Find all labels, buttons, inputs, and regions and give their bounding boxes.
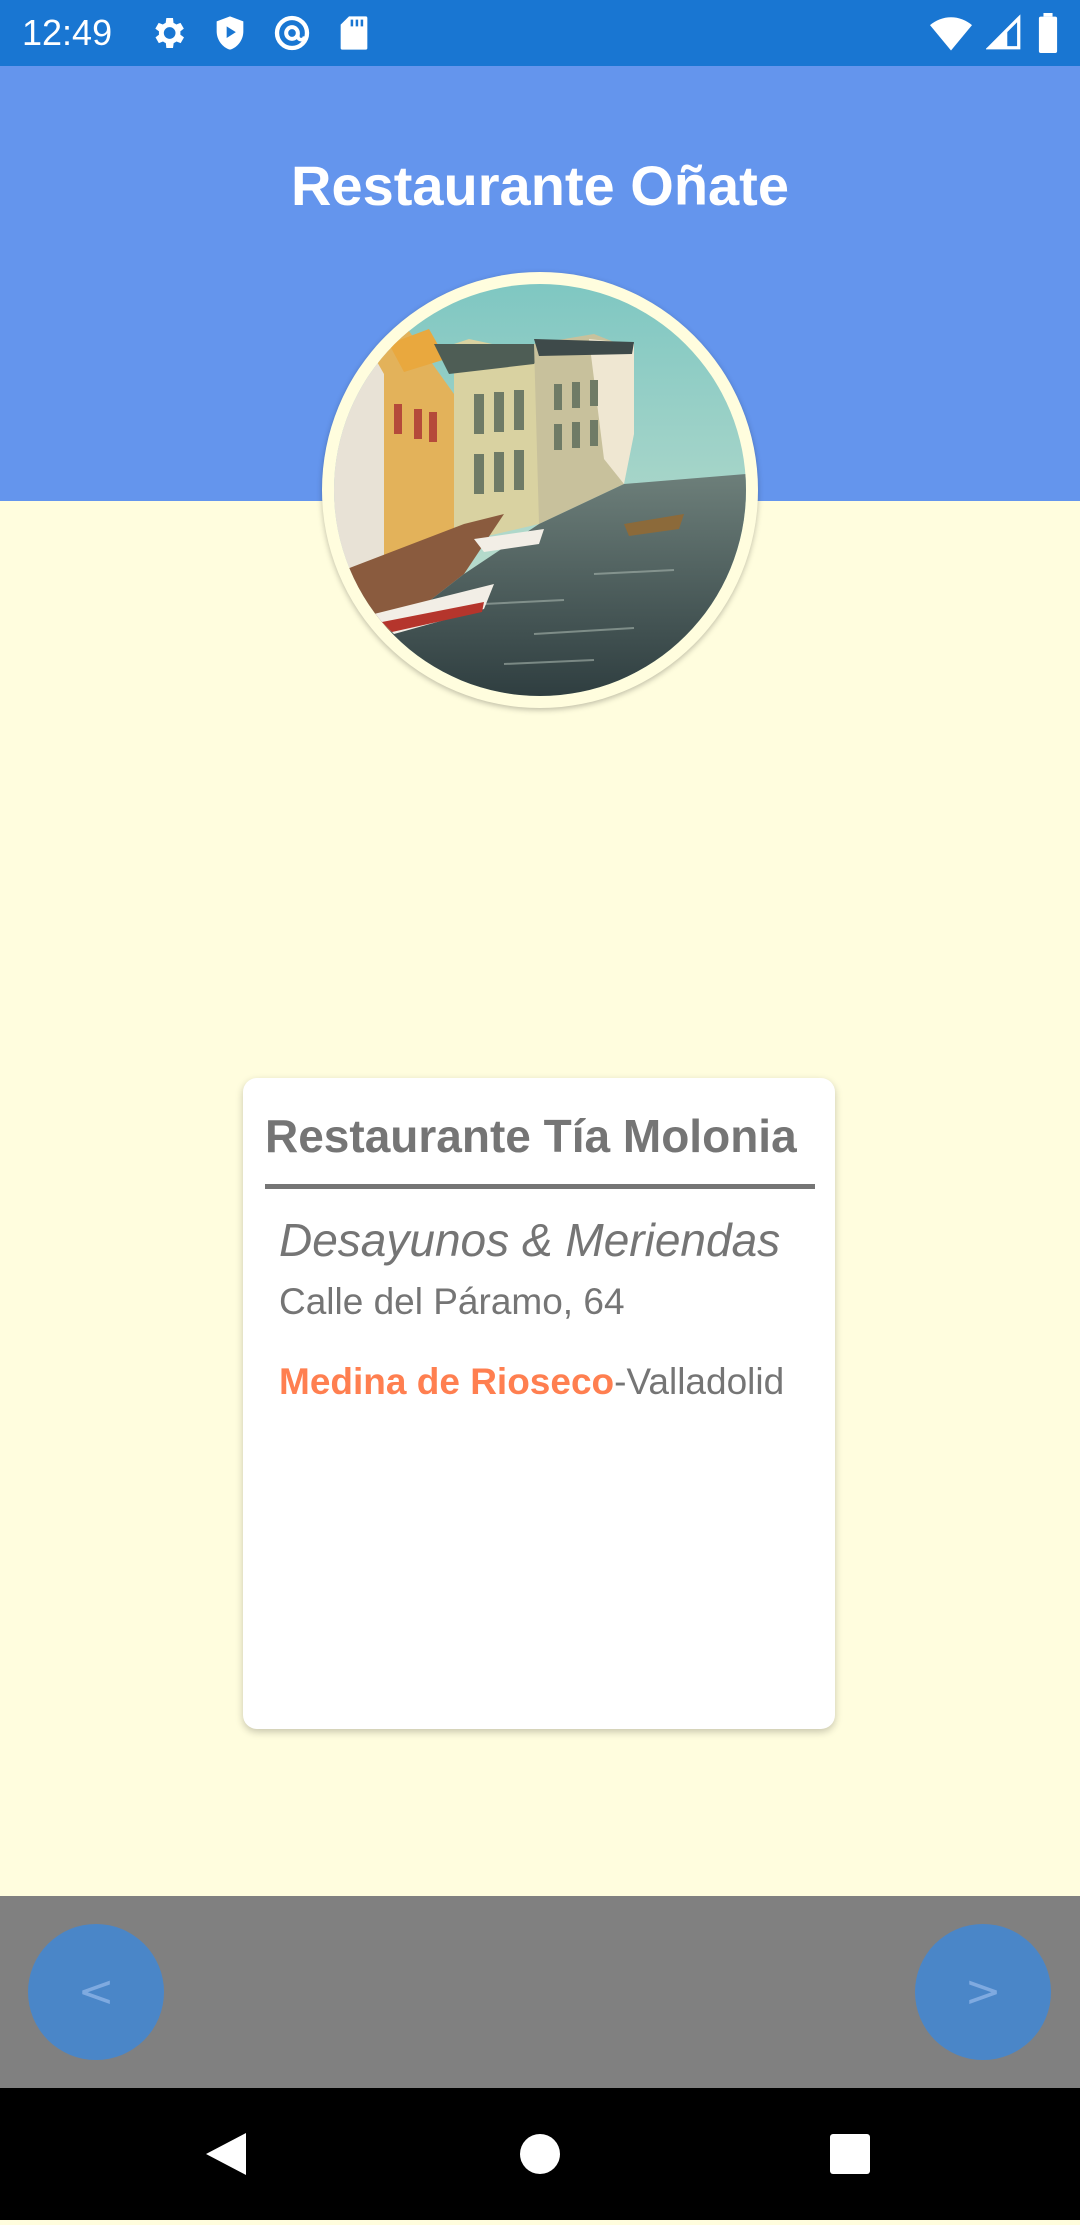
recents-icon[interactable] [830,2134,870,2174]
card-province: Valladolid [626,1361,785,1402]
restaurant-photo-frame [322,272,758,708]
canal-town-image [334,284,746,696]
back-icon[interactable] [206,2133,246,2175]
cellular-signal-icon [986,14,1021,50]
card-city: Medina de Rioseco [279,1361,615,1402]
battery-icon [1038,13,1058,53]
card-title: Restaurante Tía Molonia [265,1110,797,1162]
card-address: Calle del Páramo, 64 [279,1281,625,1322]
system-nav-icons [206,2133,870,2175]
gear-icon [155,18,184,48]
at-sign-icon [274,15,310,51]
status-time: 12:49 [22,12,113,53]
status-icons-left [148,13,374,53]
sd-card-icon [340,16,368,50]
card-subtitle: Desayunos & Meriendas [279,1214,781,1266]
restaurant-card[interactable]: Restaurante Tía Molonia Desayunos & Meri… [243,1078,835,1729]
card-divider [265,1184,815,1189]
next-button[interactable]: > [915,1924,1051,2060]
status-icons-right [930,13,1060,53]
home-icon[interactable] [520,2134,560,2174]
card-location: Medina de Rioseco-Valladolid [279,1358,784,1406]
shield-play-icon [216,16,244,50]
previous-button[interactable]: < [28,1924,164,2060]
status-bar: 12:49 [0,0,1080,66]
page-title: Restaurante Oñate [291,154,789,217]
restaurant-photo [334,284,746,696]
system-navigation-bar [0,2088,1080,2220]
location-separator: - [614,1361,627,1402]
wifi-icon [930,17,972,51]
